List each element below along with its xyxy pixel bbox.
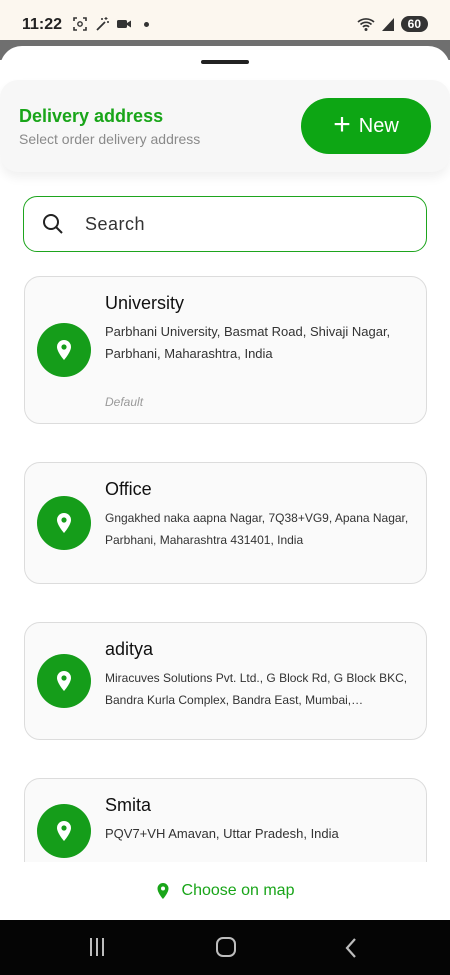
location-pin-badge <box>37 496 91 550</box>
new-address-button-label: New <box>358 114 399 137</box>
address-name: Office <box>105 479 152 499</box>
home-icon[interactable] <box>216 937 236 957</box>
address-text: Parbhani University, Basmat Road, Shivaj… <box>105 324 391 361</box>
address-text: Miracuves Solutions Pvt. Ltd., G Block R… <box>105 671 408 707</box>
plus-icon: + <box>333 107 351 141</box>
sheet-drag-handle[interactable] <box>201 60 249 64</box>
new-address-button[interactable]: + New <box>301 98 431 154</box>
default-label: Default <box>105 395 144 409</box>
location-pin-icon <box>57 513 71 533</box>
status-time: 11:22 <box>22 16 63 33</box>
battery-icon: 60 <box>400 16 428 32</box>
choose-on-map-button[interactable]: Choose on map <box>0 862 450 920</box>
search-input[interactable] <box>85 213 385 235</box>
location-pin-icon <box>57 340 71 360</box>
location-pin-icon <box>57 671 71 691</box>
search-field[interactable] <box>23 196 427 252</box>
status-bar: 11:22 60 <box>0 0 450 40</box>
map-pin-icon <box>157 883 169 899</box>
address-bottom-sheet: Delivery address Select order delivery a… <box>0 46 450 920</box>
notification-dot <box>144 21 149 27</box>
signal-icon <box>381 18 394 31</box>
recents-icon[interactable] <box>90 938 104 956</box>
video-camera-icon <box>117 20 131 28</box>
header-subtitle: Select order delivery address <box>19 131 201 147</box>
address-name: Smita <box>105 795 152 815</box>
status-icons-left <box>72 16 149 32</box>
search-icon <box>43 214 63 234</box>
screenshot-icon <box>73 17 87 31</box>
address-text: PQV7+VH Amavan, Uttar Pradesh, India <box>105 826 339 841</box>
address-card[interactable]: University Parbhani University, Basmat R… <box>24 276 427 424</box>
header-title: Delivery address <box>19 106 164 126</box>
wifi-icon <box>357 18 375 31</box>
location-pin-badge <box>37 804 91 858</box>
location-pin-badge <box>37 323 91 377</box>
system-nav-bar <box>0 920 450 975</box>
address-text: Gngakhed naka aapna Nagar, 7Q38+VG9, Apa… <box>105 511 409 547</box>
address-card[interactable]: aditya Miracuves Solutions Pvt. Ltd., G … <box>24 622 427 740</box>
address-card[interactable]: Office Gngakhed naka aapna Nagar, 7Q38+V… <box>24 462 427 584</box>
status-icons-right: 60 <box>357 16 428 32</box>
location-pin-badge <box>37 654 91 708</box>
location-pin-icon <box>57 821 71 841</box>
choose-on-map-label: Choose on map <box>181 882 295 899</box>
back-icon[interactable] <box>343 937 359 959</box>
address-name: University <box>105 293 185 313</box>
address-name: aditya <box>105 639 154 659</box>
magic-wand-icon <box>96 17 109 31</box>
